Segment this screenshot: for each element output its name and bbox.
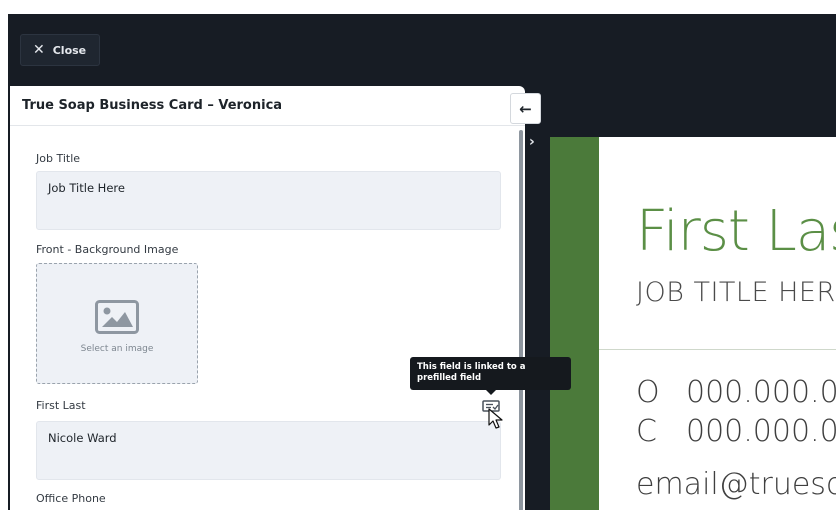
panel-header: True Soap Business Card – Veronica — [10, 86, 525, 126]
card-cell-value: 000.000.0000 — [686, 414, 836, 449]
editor-window: ✕ Close True Soap Business Card – Veroni… — [8, 14, 836, 510]
panel-title: True Soap Business Card – Veronica — [22, 98, 283, 113]
chevron-right-icon[interactable]: › — [529, 134, 535, 150]
card-job-title: JOB TITLE HERE — [636, 277, 836, 308]
form-panel: True Soap Business Card – Veronica Job T… — [10, 86, 525, 510]
background-image-picker[interactable]: Select an image — [36, 263, 198, 384]
card-email: email@truesoap.com — [636, 467, 836, 502]
close-label: Close — [52, 43, 87, 57]
close-icon: ✕ — [33, 42, 45, 58]
mouse-pointer-icon — [488, 408, 503, 429]
card-cell-phone: C 000.000.0000 — [636, 414, 836, 449]
background-image-label: Front - Background Image — [36, 243, 179, 256]
first-last-label: First Last — [36, 399, 86, 412]
card-accent-strip — [550, 137, 599, 510]
business-card-preview: First Last JOB TITLE HERE O000.000.0000 … — [550, 137, 836, 510]
card-office-key: O — [636, 375, 660, 410]
image-icon — [95, 300, 139, 334]
close-button[interactable]: ✕ Close — [20, 34, 100, 66]
collapse-panel-button[interactable]: ← — [510, 93, 541, 124]
job-title-field[interactable]: Job Title Here — [36, 171, 501, 230]
first-last-field[interactable]: Nicole Ward — [36, 421, 501, 480]
card-divider — [599, 349, 836, 350]
card-office-value: 000.000.0000 — [686, 375, 836, 410]
card-name: First Last — [636, 199, 836, 264]
office-phone-label: Office Phone — [36, 492, 106, 505]
job-title-label: Job Title — [36, 152, 81, 165]
scrollbar-thumb[interactable] — [519, 130, 523, 510]
linked-field-tooltip: This field is linked to a prefilled fiel… — [410, 357, 571, 390]
card-cell-key: C — [636, 414, 657, 449]
tooltip-arrow — [486, 390, 496, 395]
select-image-label: Select an image — [80, 344, 154, 354]
arrow-left-icon: ← — [519, 99, 532, 118]
card-office-phone: O 000.000.0000 — [636, 375, 836, 410]
